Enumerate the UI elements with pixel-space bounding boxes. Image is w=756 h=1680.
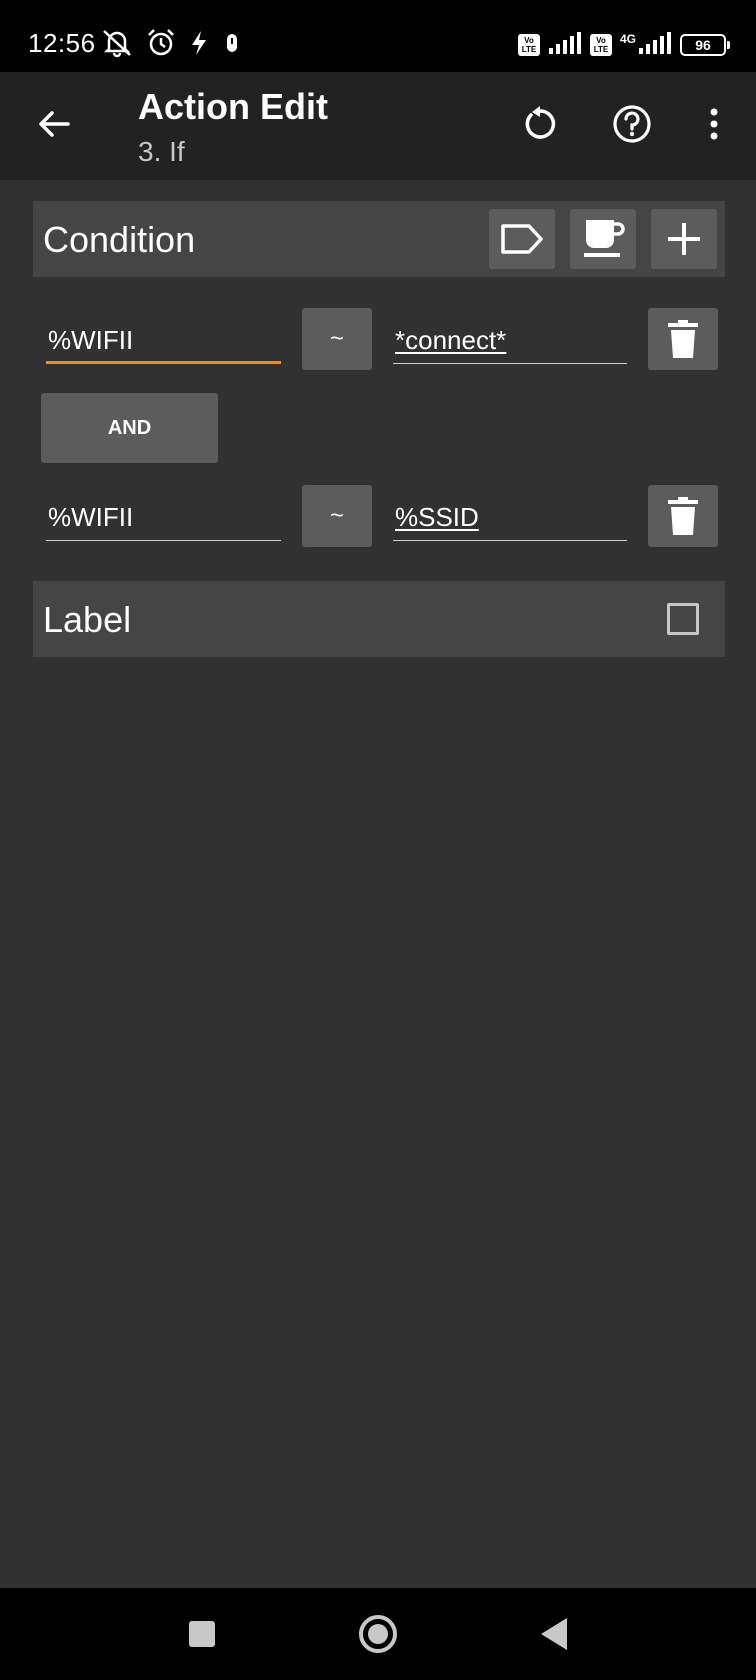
label-title: Label [43, 599, 132, 640]
alarm-icon [146, 28, 176, 63]
add-condition-button[interactable] [651, 209, 717, 269]
label-checkbox[interactable] [667, 603, 699, 635]
status-time: 12:56 [28, 28, 96, 58]
recents-button[interactable] [170, 1602, 234, 1666]
trash-icon [668, 320, 698, 358]
condition-1-right-value: *connect* [395, 325, 507, 355]
volte-badge-2: Vo LTE [589, 34, 612, 56]
network-type: 4G [619, 32, 636, 46]
notification-icon [222, 28, 242, 63]
back-icon [541, 1618, 567, 1650]
help-icon [613, 105, 651, 143]
back-button[interactable] [28, 98, 80, 150]
delete-condition-1-button[interactable] [648, 308, 718, 370]
app-bar: Action Edit 3. If [0, 72, 756, 180]
status-right-icons: Vo LTE Vo LTE 4G 96 [517, 30, 730, 60]
coffee-button[interactable] [570, 209, 636, 269]
tag-button[interactable] [489, 209, 555, 269]
condition-1-right-field[interactable]: *connect* [393, 320, 627, 364]
condition-2-left-field[interactable]: %WIFII [46, 497, 281, 541]
tag-icon [501, 224, 543, 254]
status-left-icons [100, 28, 242, 62]
home-icon [359, 1615, 397, 1653]
signal-icon-2 [638, 31, 672, 60]
page-subtitle: 3. If [138, 136, 185, 167]
condition-header: Condition [33, 201, 725, 277]
undo-button[interactable] [514, 98, 566, 150]
label-header: Label [33, 581, 725, 657]
condition-title: Condition [43, 219, 196, 260]
condition-1-operator-button[interactable]: ~ [302, 308, 372, 370]
bell-off-icon [100, 28, 134, 63]
page-title: Action Edit [138, 86, 328, 127]
condition-2-right-value: %SSID [395, 502, 479, 532]
battery-indicator: 96 [680, 34, 730, 56]
system-back-button[interactable] [522, 1602, 586, 1666]
home-button[interactable] [346, 1602, 410, 1666]
back-arrow-icon [39, 111, 70, 137]
plus-icon [668, 223, 700, 255]
flash-icon [188, 28, 210, 63]
and-joiner-button[interactable]: AND [41, 393, 218, 463]
volte-badge: Vo LTE [517, 34, 540, 56]
condition-2-right-field[interactable]: %SSID [393, 497, 627, 541]
recents-icon [189, 1621, 215, 1647]
help-button[interactable] [606, 98, 658, 150]
more-vert-icon [710, 108, 718, 140]
coffee-icon [584, 220, 625, 257]
signal-icon [548, 31, 582, 60]
undo-icon [525, 106, 556, 139]
condition-1-left-field[interactable]: %WIFII [46, 320, 281, 364]
more-options-button[interactable] [688, 98, 740, 150]
delete-condition-2-button[interactable] [648, 485, 718, 547]
trash-icon [668, 497, 698, 535]
status-bar: 12:56 Vo LTE Vo LTE 4G 96 [0, 0, 756, 72]
condition-2-operator-button[interactable]: ~ [302, 485, 372, 547]
navigation-bar [0, 1588, 756, 1680]
